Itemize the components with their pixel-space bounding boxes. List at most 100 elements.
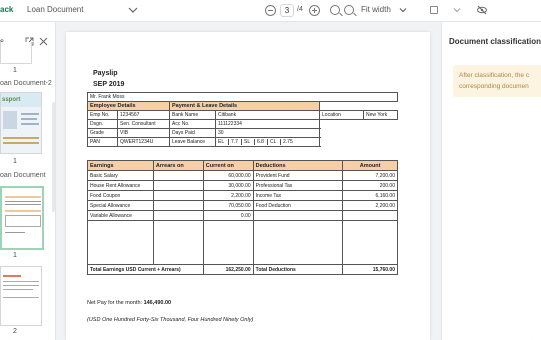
select-box-icon[interactable] (430, 6, 438, 14)
thumbnail-page-number: 1 (13, 67, 17, 74)
thumbnail-line (5, 232, 25, 233)
eye-off-icon[interactable] (476, 4, 488, 16)
deduction-amount (342, 210, 398, 221)
thumbnail-line (3, 289, 33, 290)
field-label: Days Paid (169, 128, 216, 138)
leave-cl-label: CL (268, 139, 281, 145)
fit-width-select[interactable]: Fit width (361, 5, 391, 14)
thumbnail-line (21, 123, 39, 125)
leave-el-label: EL (216, 139, 229, 145)
blank-cell (319, 101, 398, 111)
earning-arrears (152, 200, 204, 211)
deduction-amount: 6,160.00 (342, 190, 398, 201)
earnings-header: Earnings (87, 160, 154, 171)
blank-cell (152, 220, 204, 265)
field-value: Citibank (214, 110, 321, 120)
net-pay-line: Net Pay for the month: 146,490.00 (87, 300, 171, 306)
thumbnail-caption: oan Document-2 (0, 80, 52, 87)
net-pay-words: (USD One Hundred Forty-Six Thousand, Fou… (87, 317, 254, 323)
thumbnail-line (3, 285, 39, 286)
employee-details-header: Employee Details (87, 101, 170, 111)
field-value: 1234567 (117, 110, 170, 120)
field-value: New York (363, 110, 398, 120)
employee-name: Mr. Frank Moss (87, 92, 398, 102)
earning-current: 30,000.00 (202, 180, 254, 191)
field-label: Acc No. (169, 119, 216, 129)
chevron-down-icon[interactable] (452, 5, 462, 15)
thumbnail-caption: oan Document (0, 172, 46, 179)
blank-cell (320, 120, 398, 129)
thumbnail-line (3, 275, 21, 277)
thumbnail-line (5, 201, 41, 202)
viewer-toolbar: ack Loan Document 3 /4 Fit width (0, 0, 541, 22)
field-label: Location (319, 110, 365, 120)
deduction-amount: 200.00 (342, 180, 398, 191)
thumbnail-scrollbar[interactable] (52, 102, 55, 212)
zoom-out-icon[interactable] (330, 5, 340, 15)
arrears-header: Arrears on (152, 160, 204, 171)
next-page-button[interactable] (309, 5, 320, 16)
blank-cell (342, 220, 398, 265)
thumbnail-passport-text: ssport (2, 97, 21, 103)
thumbnail-line (3, 137, 39, 139)
thumbnail-line (5, 210, 41, 212)
blank-cell (87, 220, 154, 265)
leave-cl-value: 2.75 (283, 139, 293, 145)
field-value: 111122334 (214, 119, 321, 129)
earning-arrears (152, 190, 204, 201)
classification-note-line: After classification, the c (459, 72, 530, 79)
payslip-month: SEP 2019 (93, 81, 125, 88)
deduction-amount: 7,200.00 (342, 170, 398, 181)
leave-sl-value: 6.8 (255, 139, 268, 145)
thumbnail-page[interactable]: ssport (0, 92, 42, 154)
previous-page-button[interactable] (265, 5, 276, 16)
total-deductions-value: 15,760.00 (342, 264, 398, 275)
thumbnail-line (21, 113, 39, 115)
earnings-deductions-table: Earnings Arrears on Current on Deduction… (87, 160, 398, 275)
earning-arrears (152, 170, 204, 181)
blank-cell (202, 220, 254, 265)
thumbnail-panel: s 1 oan Document-2 ssport 1 oan Document (0, 22, 56, 340)
field-label: Grade (87, 128, 118, 138)
field-label: Emp No. (87, 110, 118, 120)
page-number-input[interactable]: 3 (280, 4, 294, 17)
earning-arrears (152, 210, 204, 221)
chevron-down-icon[interactable] (127, 4, 139, 16)
earning-current: 2,200.00 (202, 190, 254, 201)
thumbnail-page[interactable] (0, 266, 42, 326)
field-label: Leave Balance (169, 137, 216, 147)
leave-sl-label: SL (242, 139, 255, 145)
thumbnail-line (5, 204, 41, 205)
thumbnail-photo (3, 111, 17, 129)
blank-cell (320, 129, 398, 138)
thumbnail-page[interactable] (0, 42, 32, 64)
earning-current: 0.00 (202, 210, 254, 221)
net-pay-label: Net Pay for the month: (87, 300, 143, 306)
earning-label: Food Coupon (87, 190, 154, 201)
classification-note: After classification, the c correspondin… (453, 65, 541, 97)
deduction-amount: 2,200.00 (342, 200, 398, 211)
earning-current: 60,000.00 (202, 170, 254, 181)
earning-label: House Rent Allowance (87, 180, 154, 191)
close-icon[interactable] (39, 37, 48, 46)
total-deductions-label: Total Deductions (252, 264, 344, 275)
document-selector-label[interactable]: Loan Document (27, 5, 83, 14)
zoom-in-icon[interactable] (344, 5, 354, 15)
total-earnings-value: 162,250.00 (202, 264, 254, 275)
thumbnail-table (5, 215, 41, 227)
deduction-label (252, 210, 344, 221)
back-link[interactable]: ack (0, 5, 13, 14)
earning-label: Special Allowance (87, 200, 154, 211)
amount-header: Amount (342, 160, 398, 171)
thumbnail-page-number: 1 (13, 158, 17, 165)
leave-balance-cell: EL 7.7 SL 6.8 CL 2.75 (214, 137, 321, 147)
employee-info-table: Mr. Frank Moss Employee Details Payment … (87, 92, 398, 147)
thumbnail-page-selected[interactable] (0, 186, 44, 250)
payslip-title: Payslip (93, 70, 118, 77)
classification-title: Document classification (449, 37, 541, 46)
field-label: PAN (87, 137, 118, 147)
payment-leave-header: Payment & Leave Details (168, 101, 321, 111)
deduction-label: Food Deduction (252, 200, 344, 211)
chevron-down-icon[interactable] (398, 5, 408, 15)
earning-current: 70,050.00 (202, 200, 254, 211)
